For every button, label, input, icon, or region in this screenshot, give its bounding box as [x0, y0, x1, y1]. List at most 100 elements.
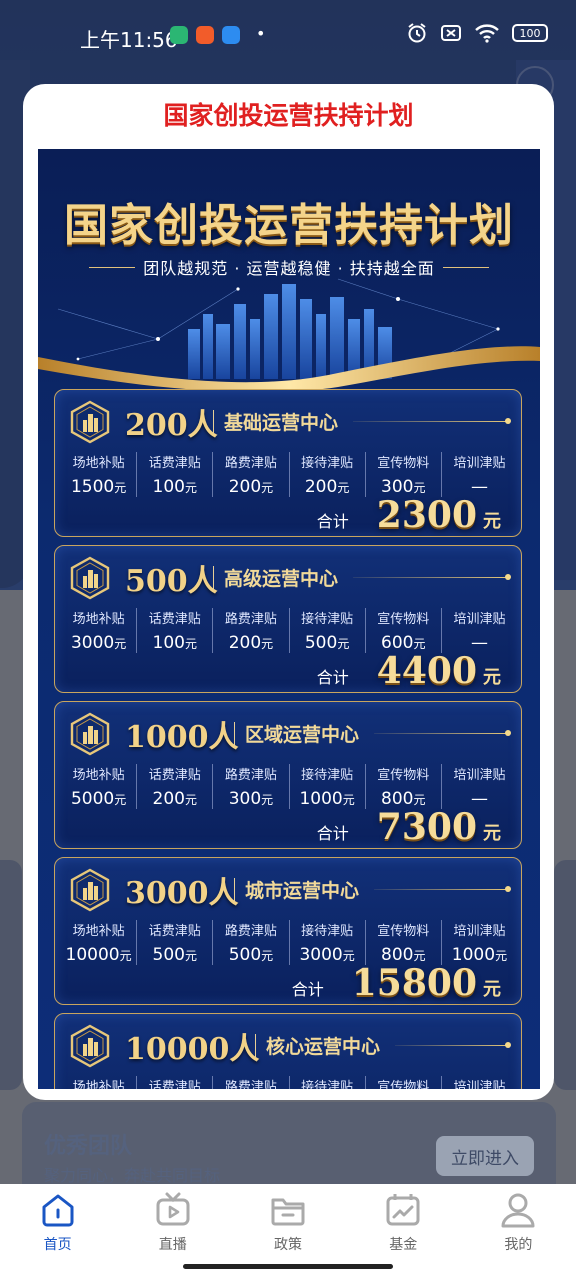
allowance-item: 宣传物料 800元: [364, 764, 441, 809]
allowance-value: 500: [152, 945, 185, 965]
allowance-label: 场地补贴: [72, 612, 125, 627]
allowance-unit: 元: [337, 637, 350, 651]
more-notifications-dot: •: [256, 24, 266, 43]
allowance-value: 10000: [65, 945, 120, 965]
allowance-item: 宣传物料 300元: [364, 452, 441, 497]
wifi-icon: [475, 24, 499, 43]
tier-header-rule: [353, 577, 509, 578]
tier-name-group: 区域运营中心: [234, 720, 359, 747]
folder-icon: [271, 1198, 305, 1226]
allowance-label: 场地补贴: [72, 924, 125, 939]
chart-board-icon: [386, 1194, 420, 1226]
allowance-label: 接待津贴: [301, 456, 354, 471]
allowance-item: 培训津贴 —: [440, 452, 517, 497]
tier-rule-dot: [505, 574, 511, 580]
allowance-item: 接待津贴: [288, 1076, 365, 1089]
allowance-label: 培训津贴: [453, 924, 506, 939]
slogan-divider-right: [442, 266, 489, 268]
tier-name: 城市运营中心: [245, 880, 360, 902]
allowance-value: 5000: [70, 789, 115, 809]
total-value: 15800: [351, 962, 477, 1004]
allowance-item: 接待津贴 1000元: [288, 764, 365, 809]
total-label: 合计: [316, 824, 349, 843]
allowance-value: 1500: [70, 477, 115, 497]
allowance-amount: 200元: [137, 789, 212, 809]
allowance-value: 100: [152, 477, 185, 497]
tier-headcount: 10000人: [125, 1032, 260, 1067]
tier-divider: [213, 565, 214, 590]
allowance-unit: 元: [114, 637, 127, 651]
tier-total: 合计 7300 元: [317, 806, 501, 848]
tier-card: 1000人 区域运营中心 场地补贴 5000元 话费津贴 200元 路费津贴 300元 接待津贴…: [54, 701, 522, 849]
allowance-amount: 500元: [213, 945, 288, 965]
battery-icon: 100: [512, 24, 548, 42]
tier-rule-dot: [505, 418, 511, 424]
total-label: 合计: [316, 512, 349, 531]
total-unit: 元: [483, 667, 501, 688]
tier-header-rule: [353, 421, 509, 422]
allowance-unit: 元: [184, 793, 197, 807]
allowance-label: 接待津贴: [301, 1080, 354, 1089]
allowance-label: 路费津贴: [224, 456, 277, 471]
allowance-unit: 元: [184, 481, 197, 495]
allowance-value: 3000: [70, 633, 115, 653]
allowance-value: 200: [228, 633, 262, 653]
team-enter-button[interactable]: 立即进入: [436, 1136, 534, 1176]
allowance-label: 话费津贴: [148, 924, 201, 939]
tier-name-group: 高级运营中心: [213, 564, 338, 591]
tier-header-rule: [374, 889, 509, 890]
tier-divider: [234, 877, 235, 902]
home-indicator[interactable]: [183, 1264, 393, 1269]
building-emblem-icon: [69, 712, 111, 756]
allowance-item: 培训津贴 —: [440, 764, 517, 809]
tier-header-rule: [374, 733, 509, 734]
tier-total: 合计 2300 元: [317, 494, 501, 536]
city-skyline-illustration: [38, 278, 540, 389]
allowance-item: 接待津贴 200元: [288, 452, 365, 497]
allowance-item: 话费津贴 500元: [136, 920, 212, 965]
allowance-label: 培训津贴: [453, 612, 506, 627]
team-card-subtitle: 聚力同心，奔赴共同目标: [44, 1166, 221, 1185]
allowance-amount: 300元: [213, 789, 288, 809]
allowance-label: 宣传物料: [377, 924, 430, 939]
allowance-unit: 元: [114, 793, 127, 807]
allowance-label: 话费津贴: [148, 1080, 201, 1089]
allowance-value: 300: [228, 789, 262, 809]
total-label: 合计: [291, 980, 324, 999]
building-emblem-icon: [69, 400, 111, 444]
allowance-unit: 元: [337, 481, 350, 495]
allowance-item: 话费津贴: [136, 1076, 212, 1089]
tab-home[interactable]: 首页: [0, 1184, 115, 1280]
allowance-item: 培训津贴 —: [440, 608, 517, 653]
allowance-amount: 1500元: [61, 477, 136, 497]
allowance-item: 话费津贴 200元: [136, 764, 212, 809]
allowance-unit: 元: [413, 481, 426, 495]
alarm-icon: [408, 23, 426, 43]
allowance-item: 场地补贴: [61, 1076, 136, 1089]
tab-mine[interactable]: 我的: [461, 1184, 576, 1280]
allowance-unit: 元: [413, 949, 426, 963]
status-time: 上午11:56: [80, 28, 178, 52]
tier-card: 200人 基础运营中心 场地补贴 1500元 话费津贴 100元 路费津贴 200元 接待津贴 2…: [54, 389, 522, 537]
allowance-value: 200: [228, 477, 262, 497]
allowance-item: 宣传物料 600元: [364, 608, 441, 653]
user-icon: [501, 1193, 535, 1228]
tier-headcount: 200人: [125, 408, 218, 443]
tier-name: 高级运营中心: [224, 568, 339, 590]
tab-label: 我的: [504, 1237, 533, 1253]
total-value: 2300: [376, 494, 477, 536]
tier-divider: [213, 409, 214, 434]
allowance-unit: 元: [261, 793, 274, 807]
allowance-item: 场地补贴 1500元: [61, 452, 136, 497]
wechat-notification-icon: [170, 26, 188, 44]
tier-divider: [255, 1033, 256, 1058]
tier-name-group: 基础运营中心: [213, 408, 338, 435]
tier-card: 3000人 城市运营中心 场地补贴 10000元 话费津贴 500元 路费津贴 500元 接待津…: [54, 857, 522, 1005]
allowance-amount: 3000元: [61, 633, 136, 653]
allowance-amount: 200元: [213, 477, 288, 497]
allowance-item: 接待津贴 500元: [288, 608, 365, 653]
allowance-unit: 元: [184, 637, 197, 651]
allowance-item: 宣传物料: [364, 1076, 441, 1089]
allowance-label: 路费津贴: [224, 612, 277, 627]
allowance-label: 培训津贴: [453, 1080, 506, 1089]
